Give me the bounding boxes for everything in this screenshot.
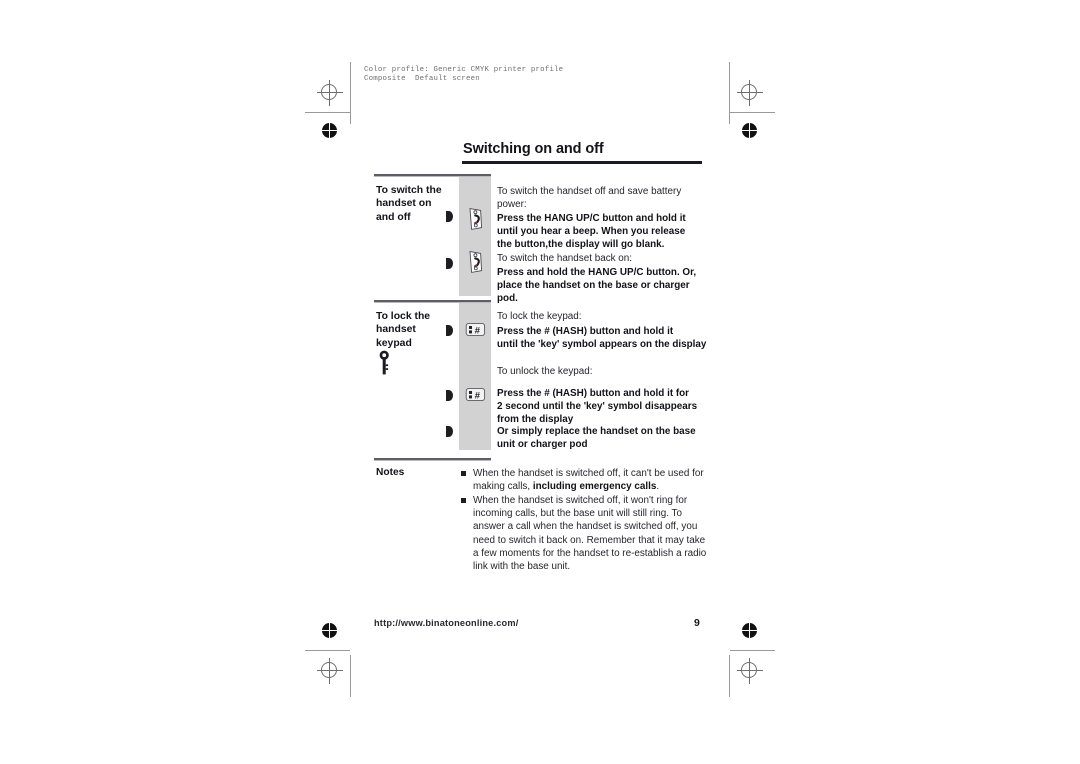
section-2-block-2-intro-text: To unlock the keypad:	[497, 366, 593, 377]
handset-icon	[465, 249, 487, 275]
registration-crosshair-horizontal	[317, 670, 343, 671]
registration-crosshair-horizontal	[737, 670, 763, 671]
arrow-marker-icon	[446, 390, 453, 401]
color-target-top-left	[322, 123, 337, 138]
color-target-crosshair-horizontal	[322, 630, 337, 631]
instruction-line: until you hear a beep. When you release	[497, 226, 686, 238]
page-title: Switching on and off	[463, 141, 604, 157]
note-item-2-line-2: incoming calls, but the base unit will s…	[473, 508, 682, 520]
section-1-rule	[374, 174, 491, 177]
notes-label: Notes	[376, 467, 405, 478]
instruction-line: place the handset on the base or charger…	[497, 280, 690, 305]
registration-crosshair-vertical	[329, 80, 330, 106]
arrow-marker-icon	[446, 426, 453, 437]
registration-mark-top-right	[737, 80, 763, 106]
instruction-line: until the 'key' symbol appears on the di…	[497, 339, 707, 351]
color-target-top-right	[742, 123, 757, 138]
color-target-crosshair-horizontal	[322, 130, 337, 131]
note-item-2-line-4: need to switch it back on. Remember that…	[473, 534, 706, 546]
crop-line-top-right-horizontal	[730, 112, 775, 113]
crop-line-bottom-right-vertical	[729, 655, 730, 697]
registration-crosshair-horizontal	[737, 92, 763, 93]
note-item-2: When the handset is switched off, it won…	[473, 494, 711, 573]
section-2-label-line-3: keypad	[376, 337, 412, 349]
crop-line-bottom-right-horizontal	[730, 650, 775, 651]
section-1-label-line-1: To switch the	[376, 185, 442, 196]
note-bullet-icon	[461, 498, 466, 503]
section-1-block-2-instruction: Press and hold the HANG UP/C button. Or,…	[497, 266, 713, 305]
registration-crosshair-vertical	[749, 658, 750, 684]
instruction-line: 2 second until the 'key' symbol disappea…	[497, 401, 698, 413]
instruction-line: the button,the display will go blank.	[497, 239, 665, 251]
crop-line-top-left-horizontal	[305, 112, 350, 113]
note-item-1-line-2: making calls, including emergency calls.	[473, 480, 711, 493]
instruction-line: Or simply replace the handset on the bas…	[497, 426, 696, 437]
notes-rule	[374, 458, 491, 461]
registration-mark-bottom-left	[317, 658, 343, 684]
arrow-marker-icon	[446, 258, 453, 269]
registration-mark-bottom-right	[737, 658, 763, 684]
hash-button-icon: #	[464, 386, 487, 403]
note-item-1-line-2-prefix: making calls,	[473, 481, 533, 493]
key-icon	[378, 350, 391, 375]
registration-mark-top-left	[317, 80, 343, 106]
prepress-line-1: Color profile: Generic CMYK printer prof…	[364, 66, 564, 74]
section-2-block-1-intro-text: To lock the keypad:	[497, 311, 582, 322]
footer-url[interactable]: http://www.binatoneonline.com/	[374, 618, 519, 628]
section-1-label-line-2: handset on	[376, 198, 432, 210]
svg-text:#: #	[475, 389, 481, 400]
crop-line-top-right-vertical	[729, 62, 730, 124]
note-bullet-icon	[461, 471, 466, 476]
section-1-block-1-intro-text: To switch the handset off and save batte…	[497, 186, 682, 211]
section-1-block-2-intro-text: To switch the handset back on:	[497, 253, 633, 264]
note-item-2-line-5: a few moments for the handset to re-esta…	[473, 547, 707, 559]
note-item-1-line-1: When the handset is switched off, it can…	[473, 468, 704, 479]
page-canvas: Color profile: Generic CMYK printer prof…	[0, 0, 1080, 764]
svg-text:#: #	[475, 324, 481, 335]
instruction-line: Press the # (HASH) button and hold it fo…	[497, 388, 690, 399]
handset-icon	[465, 206, 487, 232]
color-target-crosshair-horizontal	[742, 630, 757, 631]
note-item-1-line-2-suffix: .	[656, 481, 660, 493]
note-item-1: When the handset is switched off, it can…	[473, 467, 711, 493]
section-2-block-1-intro: To lock the keypad:	[497, 310, 713, 323]
section-2-label-line-1: To lock the	[376, 311, 431, 322]
icon-column-section-1	[459, 176, 491, 296]
prepress-line-2: Composite Default screen	[364, 75, 480, 84]
crop-line-bottom-left-horizontal	[305, 650, 350, 651]
note-item-2-line-1: When the handset is switched off, it won…	[473, 495, 688, 506]
page-number: 9	[694, 617, 700, 629]
note-item-2-line-3: answer a call when the handset is switch…	[473, 521, 698, 533]
section-2-block-3-instruction: Or simply replace the handset on the bas…	[497, 425, 713, 451]
note-item-1-emphasis: including emergency calls	[532, 481, 657, 493]
color-target-bottom-right	[742, 623, 757, 638]
color-target-crosshair-horizontal	[742, 130, 757, 131]
crop-line-bottom-left-vertical	[350, 655, 351, 697]
hash-button-icon: #	[464, 321, 487, 338]
section-2-block-2-instruction: Press the # (HASH) button and hold it fo…	[497, 387, 713, 426]
page-title-underline	[462, 161, 702, 164]
instruction-line: Press the HANG UP/C button and hold it	[497, 213, 686, 224]
crop-line-top-left-vertical	[350, 62, 351, 124]
registration-crosshair-horizontal	[317, 92, 343, 93]
color-target-bottom-left	[322, 623, 337, 638]
note-item-2-line-6: link with the base unit.	[473, 561, 571, 573]
registration-crosshair-vertical	[749, 80, 750, 106]
prepress-color-profile-note: Color profile: Generic CMYK printer prof…	[364, 66, 563, 84]
instruction-line: Press the # (HASH) button and hold it	[497, 326, 674, 337]
section-1-block-2-intro: To switch the handset back on:	[497, 252, 713, 265]
section-1-block-1-instruction: Press the HANG UP/C button and hold it u…	[497, 212, 713, 251]
section-1-block-1-intro: To switch the handset off and save batte…	[497, 185, 713, 211]
section-2-block-1-instruction: Press the # (HASH) button and hold it un…	[497, 325, 713, 351]
registration-crosshair-vertical	[329, 658, 330, 684]
section-2-rule	[374, 300, 491, 303]
instruction-line: Press and hold the HANG UP/C button. Or,	[497, 267, 697, 278]
instruction-line: unit or charger pod	[497, 439, 588, 451]
section-2-block-2-intro: To unlock the keypad:	[497, 365, 713, 378]
